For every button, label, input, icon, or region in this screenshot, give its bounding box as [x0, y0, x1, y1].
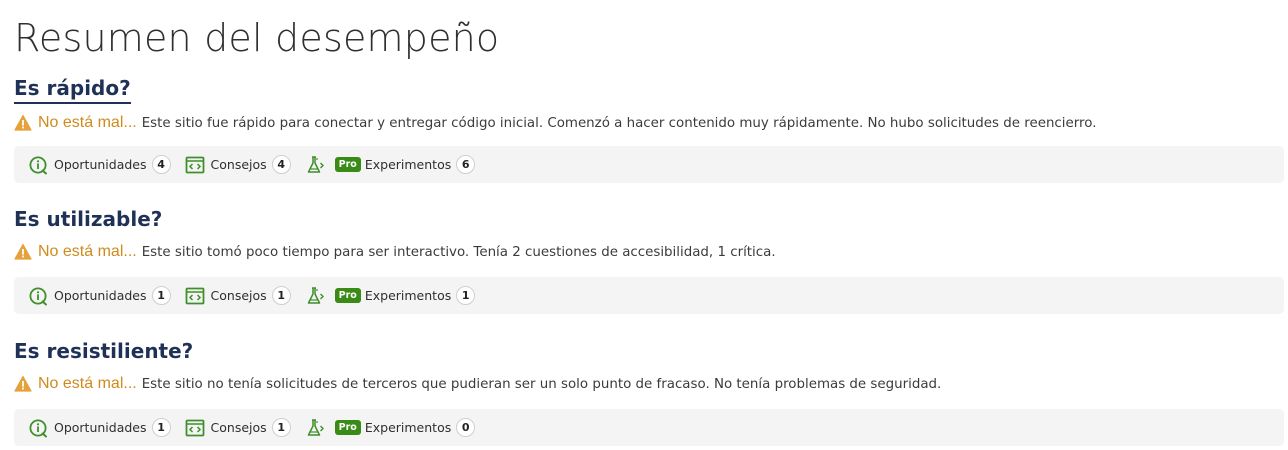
tips-count: 4	[271, 155, 291, 174]
experiments-count: 0	[456, 418, 476, 437]
opportunities-icon	[29, 287, 47, 305]
experiments-link[interactable]: Pro Experimentos 0	[305, 418, 476, 438]
flask-experiment-icon	[307, 286, 324, 304]
section-title-link[interactable]: Es rápido?	[14, 74, 131, 104]
experiments-count: 6	[456, 155, 476, 174]
opportunities-link[interactable]: Oportunidades 1	[28, 418, 171, 438]
findings-bar: Oportunidades 1 Consejos 1 Pro Experimen…	[14, 277, 1284, 314]
tips-label: Consejos	[210, 288, 267, 303]
status-label: No está mal...	[38, 243, 137, 260]
tips-code-icon	[185, 156, 204, 173]
section-is-usable: Es utilizable? No está mal... Este sitio…	[14, 205, 1284, 314]
section-summary: No está mal... Este sitio no tenía solic…	[14, 373, 941, 395]
experiments-label: Experimentos	[364, 420, 452, 435]
section-summary: No está mal... Este sitio fue rápido par…	[14, 112, 1096, 134]
flask-experiment-icon	[307, 155, 324, 173]
tips-link[interactable]: Consejos 4	[185, 155, 291, 175]
experiments-label: Experimentos	[364, 157, 452, 172]
experiments-link[interactable]: Pro Experimentos 1	[305, 286, 476, 306]
section-is-fast: Es rápido? No está mal... Este sitio fue…	[14, 74, 1284, 183]
tips-link[interactable]: Consejos 1	[185, 286, 291, 306]
status-label: No está mal...	[38, 114, 137, 131]
pro-badge: Pro	[334, 157, 361, 172]
page-title: Resumen del desempeño	[14, 16, 500, 60]
summary-text: Este sitio no tenía solicitudes de terce…	[141, 376, 942, 392]
opportunities-label: Oportunidades	[54, 420, 147, 435]
tips-code-icon	[185, 419, 204, 436]
summary-text: Este sitio tomó poco tiempo para ser int…	[141, 244, 776, 260]
opportunities-count: 1	[151, 418, 171, 437]
section-is-resilient: Es resistiliente? No está mal... Este si…	[14, 337, 1284, 446]
findings-bar: Oportunidades 4 Consejos 4 Pro Experimen…	[14, 146, 1284, 183]
tips-label: Consejos	[210, 420, 267, 435]
tips-link[interactable]: Consejos 1	[185, 418, 291, 438]
opportunities-icon	[29, 156, 47, 174]
opportunities-icon	[29, 419, 47, 437]
experiments-label: Experimentos	[364, 288, 452, 303]
experiments-link[interactable]: Pro Experimentos 6	[305, 155, 476, 175]
findings-bar: Oportunidades 1 Consejos 1 Pro Experimen…	[14, 409, 1284, 446]
opportunities-count: 1	[151, 286, 171, 305]
summary-text: Este sitio fue rápido para conectar y en…	[141, 115, 1097, 131]
tips-label: Consejos	[210, 157, 267, 172]
warning-triangle-icon	[14, 243, 32, 260]
pro-badge: Pro	[334, 288, 361, 303]
opportunities-label: Oportunidades	[54, 288, 147, 303]
opportunities-label: Oportunidades	[54, 157, 147, 172]
status-label: No está mal...	[38, 375, 137, 392]
opportunities-count: 4	[151, 155, 171, 174]
warning-triangle-icon	[14, 114, 32, 131]
opportunities-link[interactable]: Oportunidades 4	[28, 155, 171, 175]
flask-experiment-icon	[307, 418, 324, 436]
section-title: Es utilizable?	[14, 207, 163, 231]
pro-badge: Pro	[334, 420, 361, 435]
section-title: Es resistiliente?	[14, 339, 194, 363]
experiments-count: 1	[456, 286, 476, 305]
tips-code-icon	[185, 287, 204, 304]
tips-count: 1	[271, 418, 291, 437]
opportunities-link[interactable]: Oportunidades 1	[28, 286, 171, 306]
performance-summary-page: Resumen del desempeño Es rápido? No está…	[0, 0, 1288, 450]
section-summary: No está mal... Este sitio tomó poco tiem…	[14, 241, 776, 263]
tips-count: 1	[271, 286, 291, 305]
warning-triangle-icon	[14, 375, 32, 392]
